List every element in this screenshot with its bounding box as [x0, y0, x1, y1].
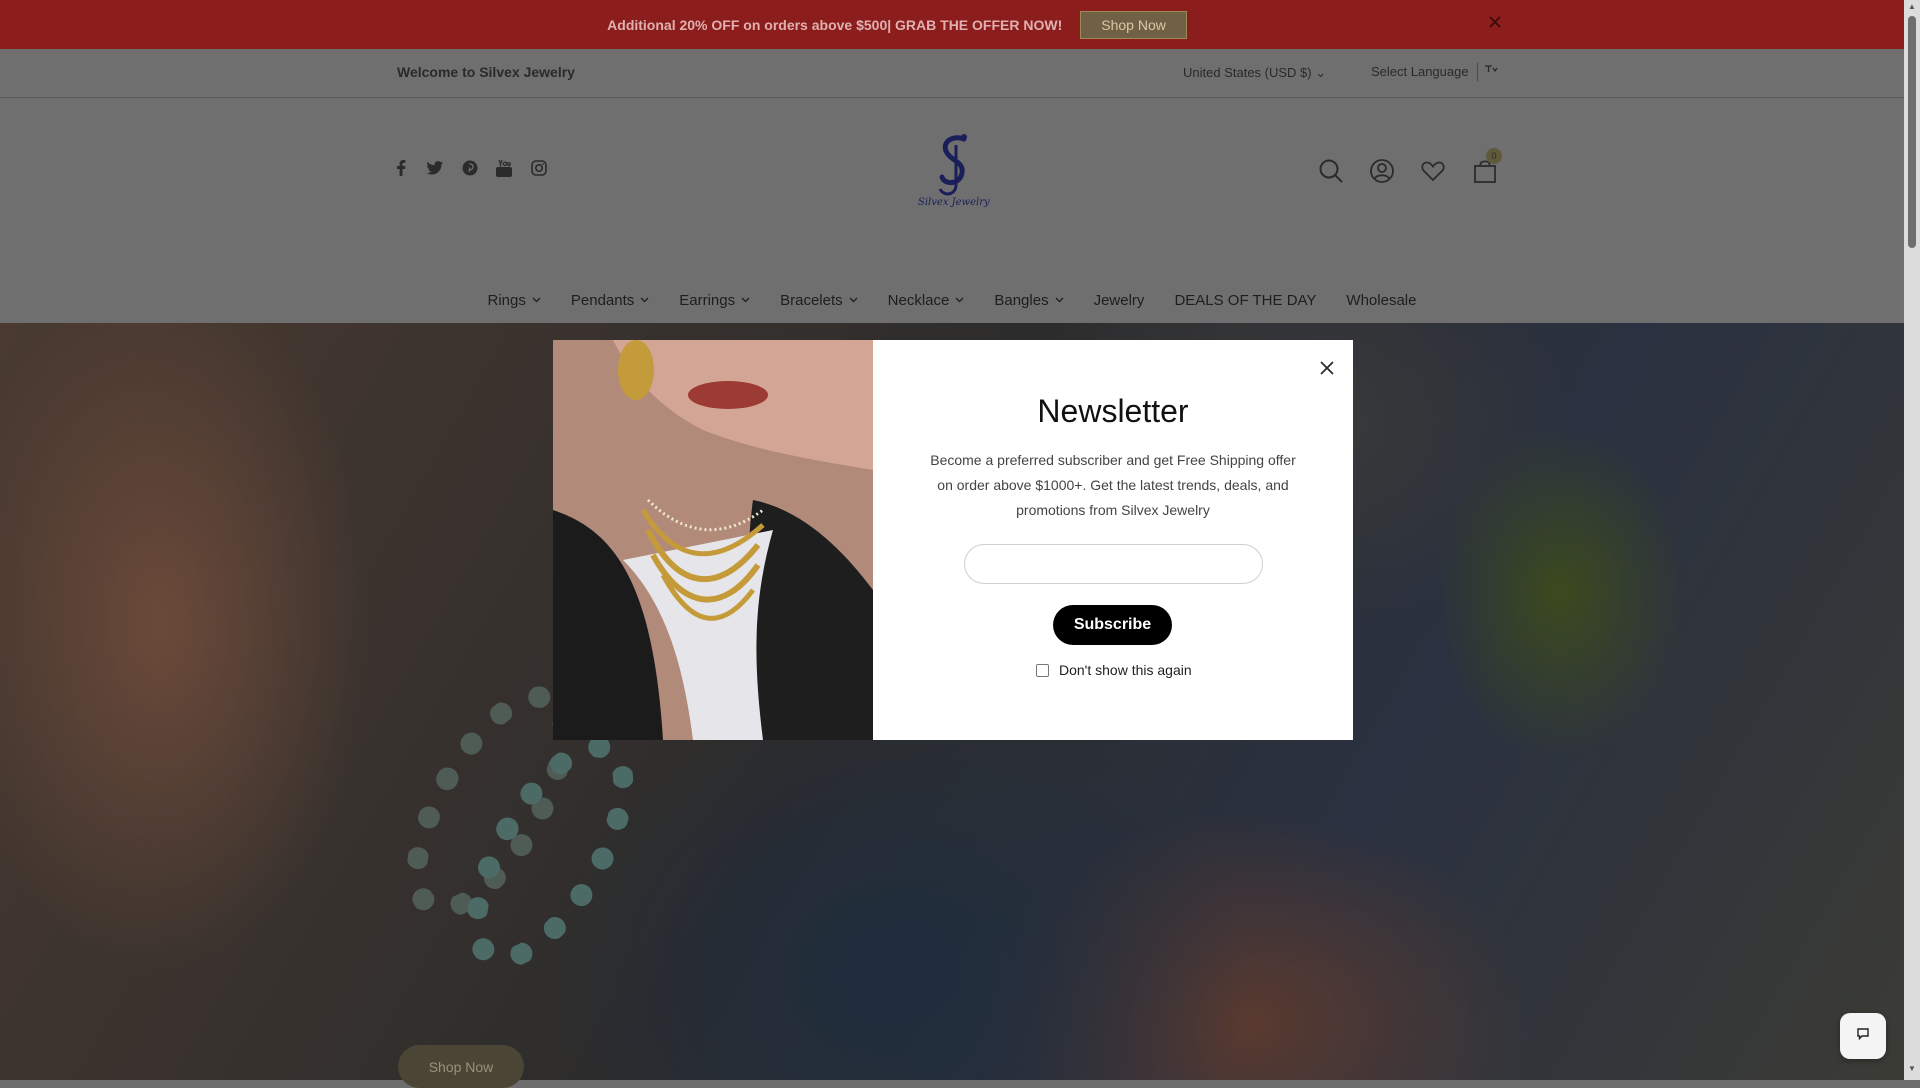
divider: [1477, 63, 1478, 81]
youtube-icon[interactable]: [496, 159, 512, 182]
nav-item-necklace[interactable]: Necklace: [873, 292, 980, 309]
announcement-shop-now-button[interactable]: Shop Now: [1080, 10, 1187, 39]
instagram-icon[interactable]: [531, 160, 547, 181]
nav-item-bangles[interactable]: Bangles: [979, 292, 1078, 309]
chevron-down-icon: [532, 295, 541, 306]
nav-item-bracelets[interactable]: Bracelets: [765, 292, 873, 309]
user-icon[interactable]: [1369, 158, 1395, 184]
chevron-down-icon: ⌄: [1315, 65, 1327, 80]
site-logo[interactable]: Silvex Jewelry: [914, 131, 994, 215]
nav-item-rings[interactable]: Rings: [473, 292, 556, 309]
utility-bar: Welcome to Silvex Jewelry United States …: [0, 49, 1904, 98]
translate-icon[interactable]: [1484, 62, 1500, 77]
wishlist-heart-icon[interactable]: [1420, 158, 1446, 184]
newsletter-title: Newsletter: [1037, 393, 1189, 429]
close-icon[interactable]: [1488, 15, 1504, 31]
currency-selector[interactable]: United States (USD $) ⌄: [1183, 65, 1326, 81]
chevron-down-icon: [741, 295, 750, 306]
nav-item-label: Bracelets: [780, 291, 843, 309]
hero-shop-now-button[interactable]: Shop Now: [398, 1045, 524, 1088]
nav-item-label: Earrings: [679, 291, 736, 309]
nav-item-label: Pendants: [570, 291, 635, 309]
nav-item-deals-of-the-day[interactable]: DEALS OF THE DAY: [1159, 292, 1331, 309]
announcement-bar: Additional 20% OFF on orders above $500|…: [0, 0, 1904, 49]
main-nav: Rings Pendants Earrings Bracelets Necklace Ba…: [0, 277, 1904, 323]
nav-item-label: Wholesale: [1346, 291, 1417, 309]
close-icon[interactable]: [1320, 360, 1336, 376]
nav-item-jewelry[interactable]: Jewelry: [1079, 292, 1160, 309]
chevron-down-icon: [955, 295, 964, 306]
chat-bubble-icon: [1856, 1027, 1870, 1046]
facebook-icon[interactable]: [396, 160, 406, 181]
nav-item-label: Bangles: [994, 291, 1049, 309]
pinterest-icon[interactable]: [462, 160, 478, 181]
subscribe-button[interactable]: Subscribe: [1053, 605, 1172, 645]
scroll-up-icon[interactable]: ▲: [1908, 2, 1916, 11]
newsletter-image: [553, 340, 873, 740]
dont-show-checkbox[interactable]: [1036, 664, 1049, 677]
nav-item-pendants[interactable]: Pendants: [556, 292, 664, 309]
nav-item-label: DEALS OF THE DAY: [1174, 291, 1317, 309]
nav-item-label: Rings: [487, 291, 526, 309]
newsletter-description: Become a preferred subscriber and get Fr…: [930, 452, 1296, 518]
email-field[interactable]: [964, 544, 1263, 584]
logo-text: Silvex Jewelry: [918, 197, 990, 208]
nav-item-label: Necklace: [887, 291, 950, 309]
currency-label: United States (USD $): [1183, 65, 1312, 80]
twitter-icon[interactable]: [426, 161, 443, 180]
scroll-down-icon[interactable]: ▼: [1908, 1064, 1916, 1073]
newsletter-modal: Newsletter Become a preferred subscriber…: [553, 340, 1353, 740]
chat-widget-button[interactable]: [1840, 1013, 1886, 1059]
welcome-text: Welcome to Silvex Jewelry: [397, 64, 575, 80]
dont-show-label: Don't show this again: [1059, 662, 1192, 678]
nav-item-label: Jewelry: [1093, 291, 1145, 309]
nav-item-wholesale[interactable]: Wholesale: [1331, 292, 1431, 309]
announcement-text: Additional 20% OFF on orders above $500|…: [607, 16, 1063, 33]
newsletter-body: Newsletter Become a preferred subscriber…: [873, 340, 1353, 740]
chevron-down-icon: [640, 295, 649, 306]
search-icon[interactable]: [1318, 158, 1344, 184]
language-selector[interactable]: Select Language: [1371, 64, 1469, 79]
scrollbar-thumb[interactable]: [1908, 16, 1916, 248]
cart-count-badge: 0: [1486, 148, 1502, 164]
nav-item-earrings[interactable]: Earrings: [664, 292, 765, 309]
chevron-down-icon: [1055, 295, 1064, 306]
chevron-down-icon: [849, 295, 858, 306]
